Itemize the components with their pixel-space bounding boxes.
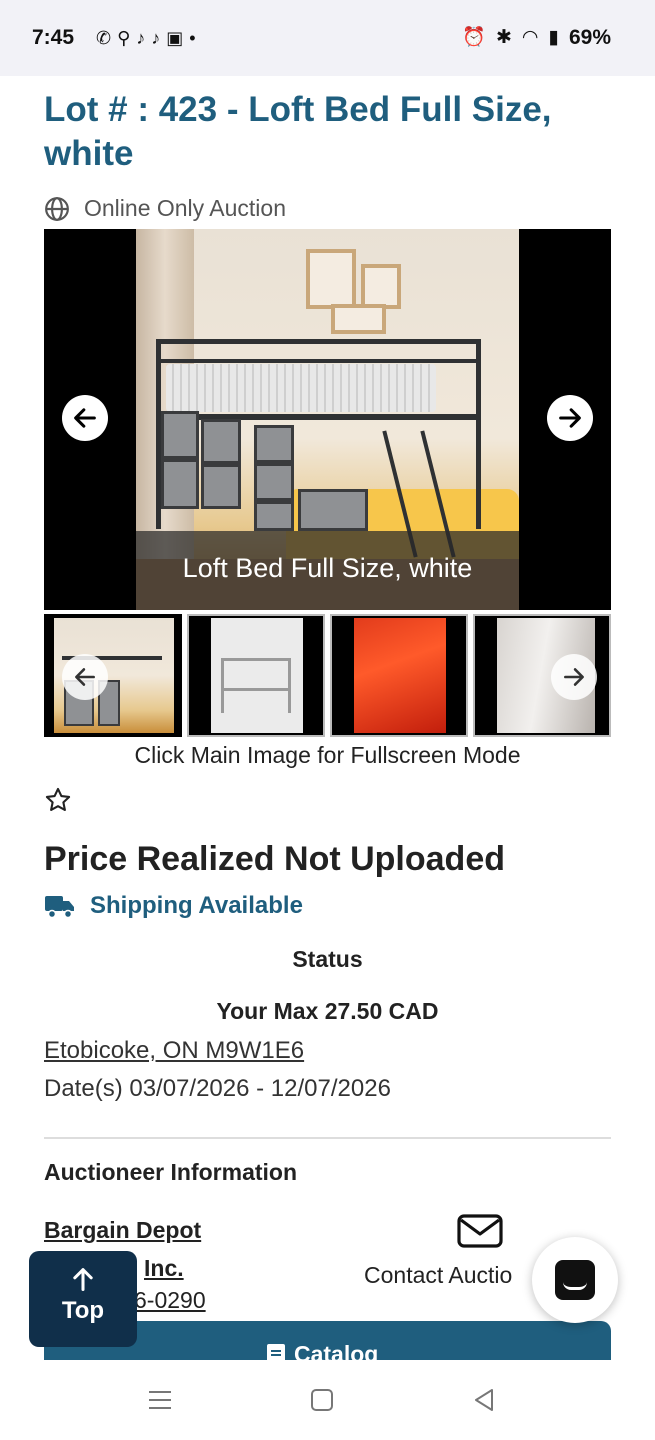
tiktok-icon: ♪ [136, 28, 146, 48]
auctioneer-heading: Auctioneer Information [44, 1159, 298, 1185]
divider [44, 1137, 611, 1139]
auction-type-label: Online Only Auction [84, 195, 287, 221]
globe-icon [45, 196, 69, 221]
shipping-label: Shipping Available [90, 892, 303, 919]
scroll-to-top-button[interactable]: Top [29, 1251, 137, 1347]
system-nav-bar [0, 1360, 655, 1440]
next-image-button[interactable] [547, 395, 593, 441]
arrow-up-icon [73, 1268, 93, 1292]
dot-icon: • [189, 28, 196, 48]
arrow-left-icon [75, 668, 95, 686]
recent-apps-icon[interactable] [146, 1386, 174, 1414]
bluetooth-icon: ✱ [495, 27, 512, 48]
auctioneer-phone-link[interactable]: 6-0290 [134, 1287, 206, 1314]
chat-button[interactable] [532, 1237, 618, 1323]
page-title: Lot # : 423 - Loft Bed Full Size, white [44, 90, 552, 173]
contact-auctioneer-button[interactable]: Contact Auctio [364, 1262, 539, 1289]
auction-type: Online Only Auction [44, 195, 286, 222]
clock: 7:45 [32, 26, 75, 49]
star-icon[interactable] [44, 786, 72, 814]
back-icon[interactable] [470, 1386, 498, 1414]
mail-icon[interactable] [457, 1214, 503, 1248]
tiktok-icon: ♪ [151, 28, 161, 48]
battery-level: 69% [568, 26, 611, 49]
thumbnail[interactable] [473, 614, 611, 737]
app-icon: ⚲ [117, 28, 131, 48]
shipping-info: Shipping Available [44, 892, 303, 920]
previous-image-button[interactable] [62, 395, 108, 441]
main-image[interactable]: Loft Bed Full Size, white [44, 229, 611, 610]
thumbnail-prev-button[interactable] [62, 654, 108, 700]
status-bar: 7:45 ✆ ⚲ ♪ ♪ ▣ • ⏰ ✱ ◠ ▮ 69% [0, 0, 655, 76]
wifi-icon: ◠ [521, 27, 539, 48]
thumbnail[interactable] [187, 614, 325, 737]
truck-icon [45, 896, 74, 919]
thumbnail[interactable] [44, 614, 182, 737]
whatsapp-icon: ✆ [96, 28, 112, 48]
arrow-right-icon [559, 408, 581, 428]
fullscreen-hint: Click Main Image for Fullscreen Mode [134, 742, 521, 768]
chat-icon [555, 1260, 595, 1300]
image-caption: Loft Bed Full Size, white [182, 553, 473, 583]
auction-dates: Date(s) 03/07/2026 - 12/07/2026 [44, 1075, 391, 1102]
top-label: Top [61, 1297, 105, 1324]
auctioneer-name-line1: Bargain Depot [44, 1217, 202, 1243]
arrow-right-icon [564, 668, 584, 686]
thumbnail-strip [44, 614, 611, 737]
max-bid: Your Max 27.50 CAD [216, 998, 439, 1024]
thumbnail[interactable] [330, 614, 468, 737]
home-icon[interactable] [308, 1386, 336, 1414]
system-icons: ⏰ ✱ ◠ ▮ 69% [462, 26, 611, 50]
price-realized: Price Realized Not Uploaded [44, 840, 505, 878]
thumbnail-next-button[interactable] [551, 654, 597, 700]
location-link[interactable]: Etobicoke, ON M9W1E6 [44, 1037, 304, 1065]
signal-icon: ▮ [548, 27, 559, 48]
status-label: Status [292, 946, 363, 972]
app-icon: ▣ [166, 28, 184, 48]
arrow-left-icon [74, 408, 96, 428]
notification-icons: ✆ ⚲ ♪ ♪ ▣ • [96, 27, 196, 49]
alarm-icon: ⏰ [462, 27, 486, 48]
